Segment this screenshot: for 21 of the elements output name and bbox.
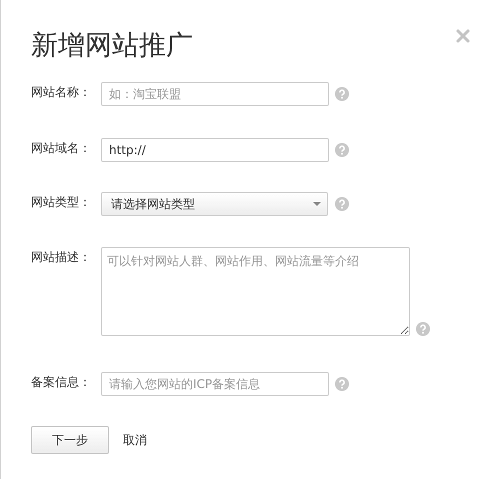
field-label: 网站类型： (31, 194, 92, 211)
next-button[interactable]: 下一步 (31, 426, 109, 454)
field-label: 网站名称： (31, 84, 92, 101)
type-dropdown[interactable]: 请选择网站类型 (101, 192, 328, 216)
help-icon[interactable] (335, 143, 349, 157)
dropdown-value: 请选择网站类型 (111, 196, 195, 213)
close-button[interactable] (455, 28, 471, 44)
input-field[interactable]: http:// (101, 138, 329, 162)
help-icon[interactable] (335, 87, 349, 101)
help-icon[interactable] (335, 377, 349, 391)
field-label: 备案信息： (31, 374, 92, 391)
field-label: 网站描述： (31, 249, 92, 266)
help-icon[interactable] (335, 197, 349, 211)
help-icon[interactable] (416, 322, 430, 336)
input-field[interactable]: 如：淘宝联盟 (101, 82, 329, 106)
description-textarea[interactable]: 可以针对网站人群、网站作用、网站流量等介绍 (101, 247, 410, 336)
dialog-title: 新增网站推广 (31, 29, 193, 63)
field-label: 网站域名： (31, 140, 92, 157)
cancel-link[interactable]: 取消 (123, 431, 147, 449)
caret-icon (313, 202, 321, 206)
input-field[interactable]: 请输入您网站的ICP备案信息 (101, 372, 329, 396)
